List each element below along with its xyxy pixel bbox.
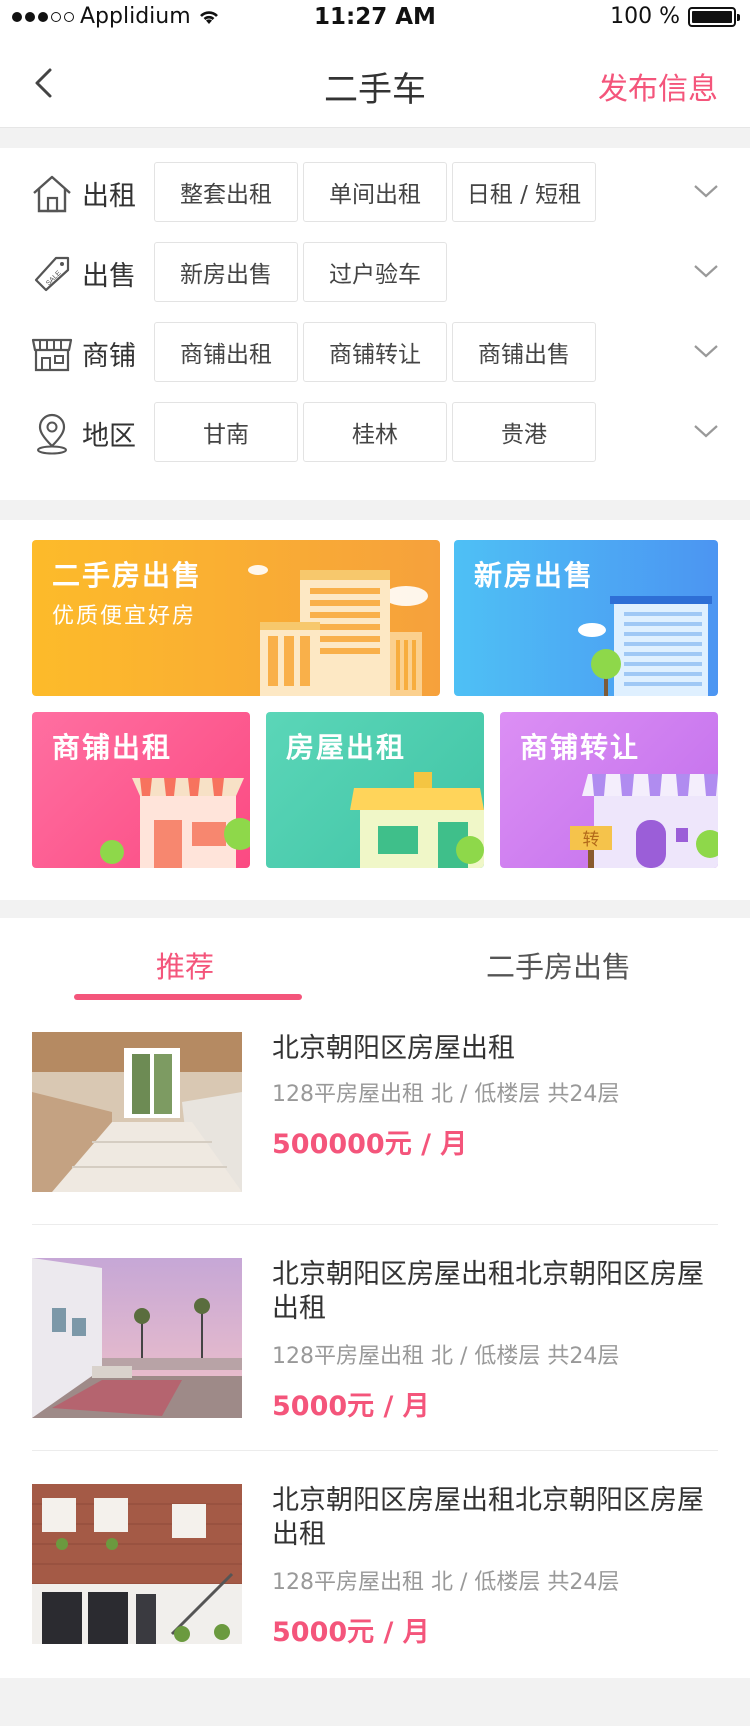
tower-illustration-icon — [578, 596, 712, 696]
filter-label: 商铺 — [82, 341, 136, 372]
tab-recommend[interactable]: 推荐 — [156, 944, 214, 986]
chevron-down-icon[interactable] — [692, 342, 720, 360]
card-house-rent[interactable]: 房屋出租 — [266, 712, 484, 868]
filter-option[interactable]: 贵港 — [452, 402, 596, 462]
list-divider — [32, 1450, 718, 1451]
listing-description: 128平房屋出租 北 / 低楼层 共24层 — [272, 1344, 620, 1369]
card-shop-transfer[interactable]: 商铺转让 转 — [500, 712, 718, 868]
filter-option[interactable]: 商铺出租 — [154, 322, 298, 382]
chevron-down-icon[interactable] — [692, 262, 720, 280]
filter-label: 地区 — [82, 421, 136, 452]
listing-title: 北京朝阳区房屋出租北京朝阳区房屋出租 — [272, 1259, 704, 1324]
category-cards: 二手房出售 优质便宜好房 新房出售 商铺出租 房屋出租 商铺转让 转 — [0, 520, 750, 900]
filter-option[interactable]: 日租 / 短租 — [452, 162, 596, 222]
listing-description: 128平房屋出租 北 / 低楼层 共24层 — [272, 1570, 620, 1595]
listing-price: 5000元 / 月 — [272, 1391, 430, 1422]
card-title: 商铺出租 — [52, 731, 173, 764]
listing-price: 500000元 / 月 — [272, 1129, 468, 1160]
listing-photo-terrace — [32, 1258, 242, 1418]
card-title: 房屋出租 — [286, 731, 407, 764]
battery-percent: 100 % — [610, 4, 680, 29]
status-bar-right: 100 % — [610, 4, 740, 29]
filter-option[interactable]: 单间出租 — [303, 162, 447, 222]
chevron-down-icon[interactable] — [692, 182, 720, 200]
listing-title: 北京朝阳区房屋出租 — [272, 1033, 515, 1064]
nav-bar: 二手车 发布信息 — [0, 36, 750, 128]
filter-row-region: 地区 甘南 桂林 贵港 — [0, 402, 750, 462]
listing-section: 推荐 二手房出售 北京朝阳区房屋出租 128平房屋出租 北 / 低楼层 共24层… — [0, 918, 750, 1678]
filter-option[interactable]: 商铺转让 — [303, 322, 447, 382]
publish-button[interactable]: 发布信息 — [598, 64, 718, 108]
listing-item[interactable]: 北京朝阳区房屋出租北京朝阳区房屋出租 128平房屋出租 北 / 低楼层 共24层… — [32, 1258, 718, 1444]
card-title: 新房出售 — [474, 559, 595, 592]
listing-photo-brick-house — [32, 1484, 242, 1644]
filter-option[interactable]: 新房出售 — [154, 242, 298, 302]
transfer-sign-text: 转 — [583, 830, 600, 850]
battery-icon — [688, 6, 740, 27]
listing-photo-kitchen — [32, 1032, 242, 1192]
house-illustration-icon — [350, 772, 484, 868]
shop-icon — [31, 338, 73, 372]
chevron-down-icon[interactable] — [692, 422, 720, 440]
listing-item[interactable]: 北京朝阳区房屋出租北京朝阳区房屋出租 128平房屋出租 北 / 低楼层 共24层… — [32, 1484, 718, 1670]
filter-label: 出租 — [82, 181, 136, 212]
filter-option[interactable]: 过户验车 — [303, 242, 447, 302]
listing-price: 5000元 / 月 — [272, 1617, 430, 1648]
filter-row-shop: 商铺 商铺出租 商铺转让 商铺出售 — [0, 322, 750, 382]
filter-panel: 出租 整套出租 单间出租 日租 / 短租 SALE 出售 新房出售 过户验车 商… — [0, 148, 750, 500]
card-subtitle: 优质便宜好房 — [52, 604, 197, 629]
listing-title: 北京朝阳区房屋出租北京朝阳区房屋出租 — [272, 1485, 704, 1550]
list-divider — [32, 1224, 718, 1225]
active-tab-indicator — [74, 994, 302, 1000]
sale-tag-icon: SALE — [34, 256, 70, 292]
shop-transfer-illustration-icon: 转 — [570, 774, 718, 868]
card-secondhand-sale[interactable]: 二手房出售 优质便宜好房 — [32, 540, 440, 696]
listing-description: 128平房屋出租 北 / 低楼层 共24层 — [272, 1082, 620, 1107]
filter-row-sale: SALE 出售 新房出售 过户验车 — [0, 242, 750, 302]
filter-option[interactable]: 甘南 — [154, 402, 298, 462]
house-icon — [33, 175, 71, 213]
buildings-illustration-icon — [248, 565, 428, 696]
filter-option[interactable]: 商铺出售 — [452, 322, 596, 382]
listing-item[interactable]: 北京朝阳区房屋出租 128平房屋出租 北 / 低楼层 共24层 500000元 … — [32, 1032, 718, 1218]
card-new-house-sale[interactable]: 新房出售 — [454, 540, 718, 696]
status-bar: Applidium 11:27 AM 100 % — [0, 0, 750, 36]
filter-label: 出售 — [82, 261, 136, 292]
shop-illustration-icon — [100, 778, 250, 868]
filter-option[interactable]: 整套出租 — [154, 162, 298, 222]
tab-secondhand-sale[interactable]: 二手房出售 — [486, 944, 631, 986]
filter-row-rent: 出租 整套出租 单间出租 日租 / 短租 — [0, 162, 750, 222]
location-pin-icon — [37, 413, 67, 455]
card-shop-rent[interactable]: 商铺出租 — [32, 712, 250, 868]
filter-option[interactable]: 桂林 — [303, 402, 447, 462]
card-title: 二手房出售 — [52, 559, 203, 592]
